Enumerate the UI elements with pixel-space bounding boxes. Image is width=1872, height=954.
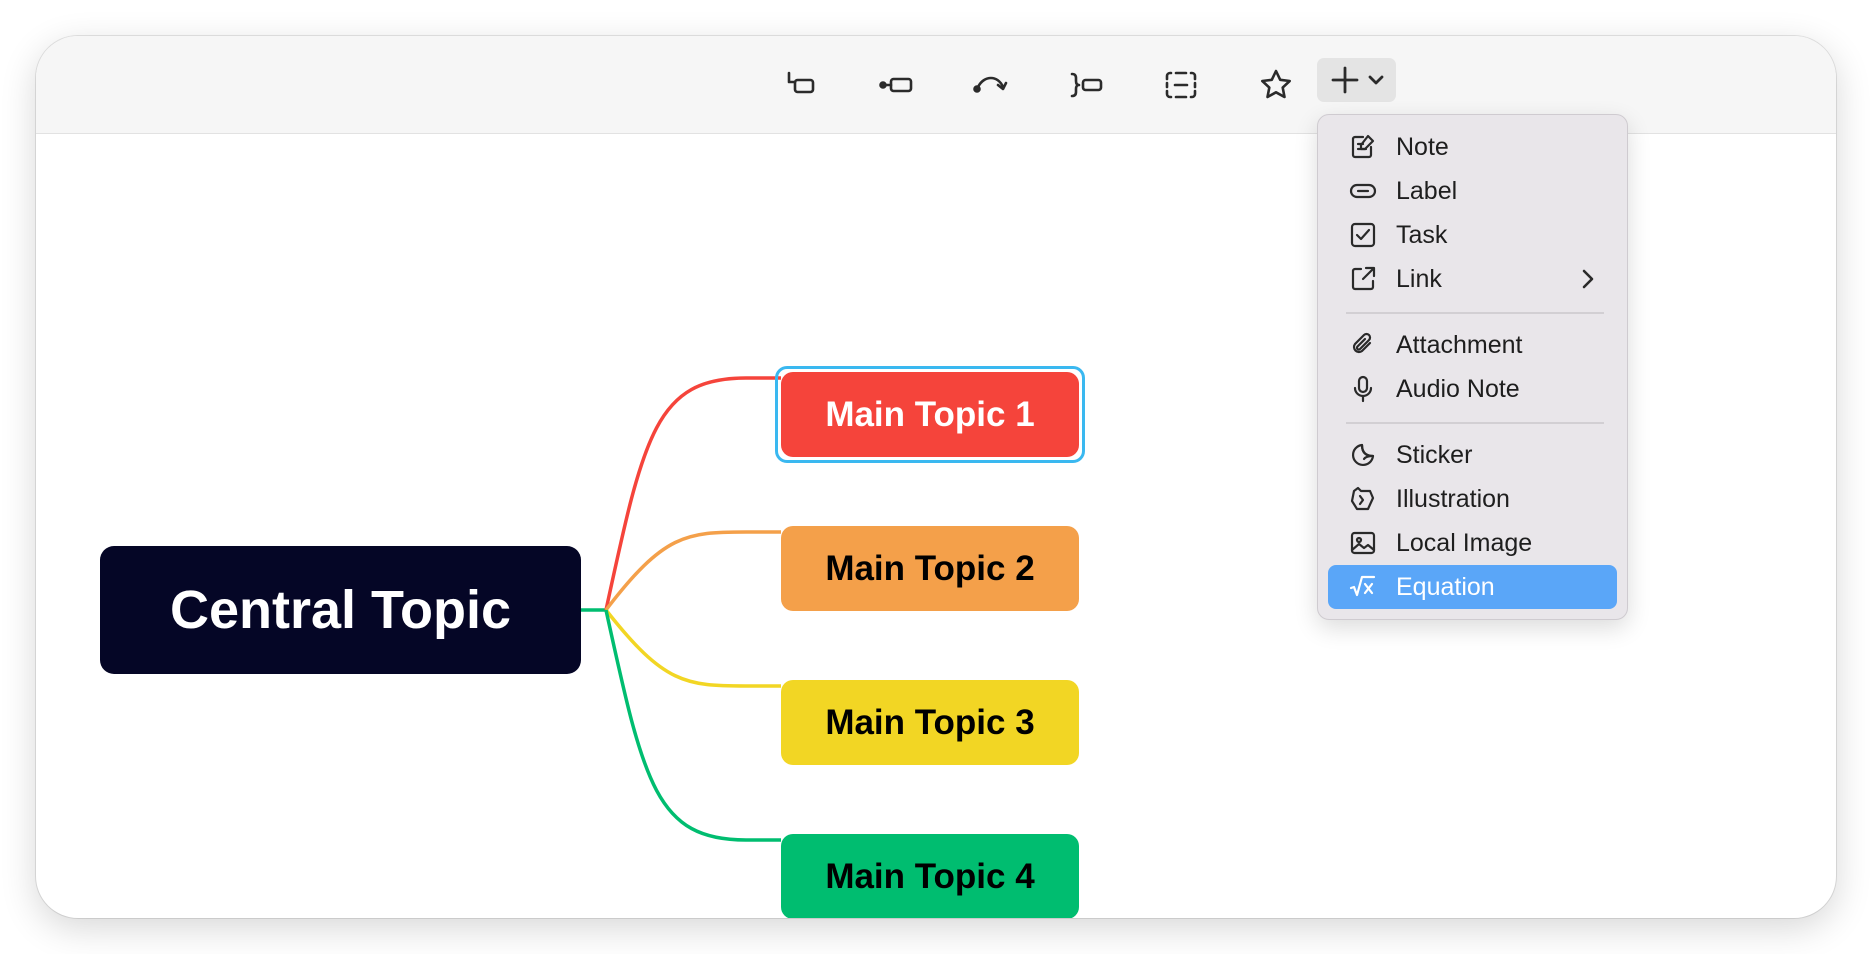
menu-separator — [1346, 312, 1604, 314]
summary-icon — [1070, 72, 1103, 98]
note-icon — [1348, 132, 1378, 162]
menu-item-label: Audio Note — [1396, 374, 1520, 403]
menu-item-link[interactable]: Link — [1328, 257, 1617, 301]
menu-item-audio-note[interactable]: Audio Note — [1328, 367, 1617, 411]
subtopic-button[interactable] — [774, 58, 828, 112]
menu-item-local-image[interactable]: Local Image — [1328, 521, 1617, 565]
plus-icon — [1331, 66, 1358, 94]
menu-item-attachment[interactable]: Attachment — [1328, 323, 1617, 367]
sticker-icon — [1348, 440, 1378, 470]
menu-item-label: Label — [1396, 176, 1458, 205]
menu-item-label: Local Image — [1396, 528, 1533, 557]
chevron-right-icon — [1582, 269, 1594, 289]
equation-icon — [1348, 572, 1378, 602]
main-topic-2[interactable]: Main Topic 2 — [781, 526, 1079, 611]
menu-item-label: Sticker — [1396, 440, 1473, 469]
star-icon — [1261, 69, 1291, 99]
connector-line — [604, 609, 781, 842]
connector-line — [604, 530, 781, 612]
connector-line — [604, 608, 781, 688]
image-icon — [1348, 528, 1378, 558]
menu-separator — [1346, 422, 1604, 424]
boundary-button[interactable] — [1154, 58, 1208, 112]
label-icon — [1348, 176, 1378, 206]
attachment-icon — [1348, 330, 1378, 360]
insert-menu: Note Label Task Link Attachment Audio No… — [1317, 114, 1628, 620]
subtopic-icon — [787, 71, 815, 94]
illustration-icon — [1348, 484, 1378, 514]
connector-line — [604, 376, 781, 611]
relationship-icon — [973, 76, 1008, 93]
microphone-icon — [1348, 374, 1378, 404]
summary-button[interactable] — [1059, 58, 1113, 112]
main-topic-4[interactable]: Main Topic 4 — [781, 834, 1079, 918]
link-icon — [1348, 264, 1378, 294]
topic-button[interactable] — [869, 58, 923, 112]
menu-item-illustration[interactable]: Illustration — [1328, 477, 1617, 521]
menu-item-note[interactable]: Note — [1328, 125, 1617, 169]
relationship-button[interactable] — [964, 58, 1018, 112]
menu-item-label: Attachment — [1396, 330, 1523, 359]
task-icon — [1348, 220, 1378, 250]
menu-item-label: Note — [1396, 132, 1449, 161]
menu-item-task[interactable]: Task — [1328, 213, 1617, 257]
main-topic-3[interactable]: Main Topic 3 — [781, 680, 1079, 765]
boundary-icon — [1165, 71, 1197, 99]
menu-item-label-tag[interactable]: Label — [1328, 169, 1617, 213]
menu-item-label: Illustration — [1396, 484, 1510, 513]
marker-button[interactable] — [1249, 58, 1303, 112]
topic-icon — [879, 77, 913, 93]
menu-item-equation[interactable]: Equation — [1328, 565, 1617, 609]
menu-item-label: Task — [1396, 220, 1448, 249]
menu-item-sticker[interactable]: Sticker — [1328, 433, 1617, 477]
menu-item-label: Equation — [1396, 572, 1495, 601]
app-window: Central Topic Main Topic 1 Main Topic 2 … — [36, 36, 1836, 918]
central-topic[interactable]: Central Topic — [100, 546, 581, 674]
chevron-down-icon — [1368, 75, 1383, 85]
main-topic-1[interactable]: Main Topic 1 — [781, 372, 1079, 457]
menu-item-label: Link — [1396, 264, 1442, 293]
insert-button[interactable] — [1317, 58, 1396, 102]
